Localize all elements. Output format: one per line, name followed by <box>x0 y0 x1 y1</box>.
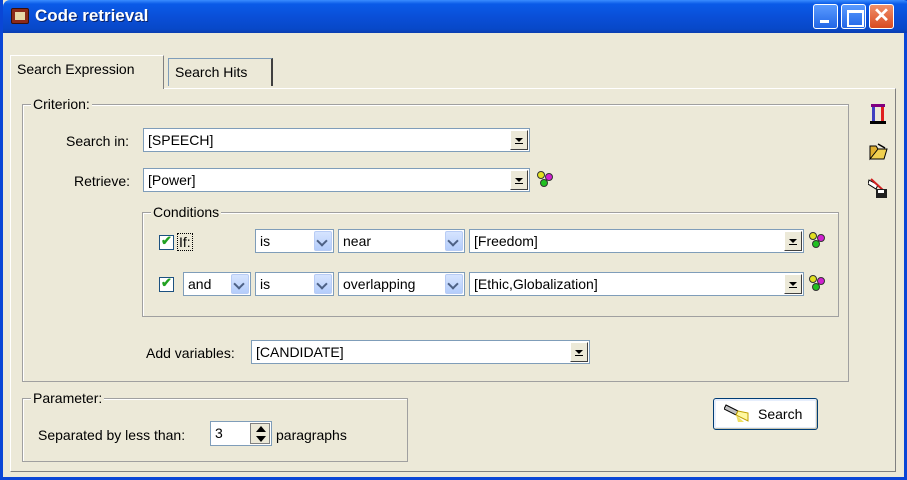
condition-2-operator: is <box>260 276 271 292</box>
chevron-down-icon[interactable] <box>570 342 588 362</box>
condition-2-relation: overlapping <box>343 276 416 292</box>
chevron-down-icon[interactable] <box>445 274 463 294</box>
window-title: Code retrieval <box>35 6 149 25</box>
add-variables-select[interactable]: [CANDIDATE] <box>251 340 590 364</box>
title-bar[interactable]: Code retrieval ✕ <box>3 0 907 33</box>
conditions-group-label: Conditions <box>151 204 222 220</box>
retrieve-value: [Power] <box>148 172 196 188</box>
condition-2-value: [Ethic,Globalization] <box>474 276 598 292</box>
add-variables-label: Add variables: <box>146 345 235 361</box>
condition-2-operator-select[interactable]: is <box>255 272 334 296</box>
conditions-group: Conditions <box>142 204 839 317</box>
condition-1-connector: If: <box>177 233 193 251</box>
open-folder-icon[interactable] <box>868 141 888 163</box>
criterion-group-label: Criterion: <box>31 96 92 112</box>
chevron-down-icon[interactable] <box>256 436 266 442</box>
condition-2-connector-select[interactable]: and <box>183 272 251 296</box>
retrieve-label: Retrieve: <box>74 173 131 189</box>
condition-2-relation-select[interactable]: overlapping <box>338 272 465 296</box>
app-book-icon <box>11 8 29 24</box>
code-palette-icon[interactable] <box>537 171 555 189</box>
chevron-down-icon[interactable] <box>784 231 802 251</box>
column-chart-icon[interactable] <box>868 103 888 125</box>
search-in-label: Search in: <box>66 133 130 149</box>
close-icon: ✕ <box>873 5 890 27</box>
condition-1-checkbox[interactable]: ✔ <box>159 233 174 250</box>
separated-value: 3 <box>215 425 223 441</box>
checkmark-icon: ✔ <box>161 275 172 290</box>
code-palette-icon[interactable] <box>809 275 827 293</box>
close-button[interactable]: ✕ <box>869 4 894 29</box>
chevron-down-icon[interactable] <box>314 231 332 251</box>
condition-1-operator-select[interactable]: is <box>255 229 334 253</box>
chevron-down-icon[interactable] <box>510 130 528 150</box>
clear-save-icon[interactable] <box>868 177 888 199</box>
chevron-down-icon[interactable] <box>510 170 528 190</box>
chevron-up-icon[interactable] <box>256 426 266 432</box>
condition-1-value: [Freedom] <box>474 233 538 249</box>
stepper-buttons[interactable] <box>250 423 270 444</box>
add-variables-value: [CANDIDATE] <box>256 344 344 360</box>
code-palette-icon[interactable] <box>809 232 827 250</box>
chevron-down-icon[interactable] <box>231 274 249 294</box>
separated-label: Separated by less than: <box>38 427 186 443</box>
checkmark-icon: ✔ <box>161 233 172 248</box>
condition-1-relation: near <box>343 233 372 249</box>
tab-search-hits[interactable]: Search Hits <box>168 58 273 86</box>
condition-1-value-select[interactable]: [Freedom] <box>469 229 804 253</box>
paragraphs-label: paragraphs <box>276 427 347 443</box>
chevron-down-icon[interactable] <box>445 231 463 251</box>
search-in-value: [SPEECH] <box>148 132 214 148</box>
condition-1-operator: is <box>260 233 271 249</box>
parameter-group-label: Parameter: <box>31 390 105 406</box>
tab-search-expression[interactable]: Search Expression <box>10 55 164 89</box>
maximize-button[interactable] <box>841 4 866 29</box>
condition-2-connector: and <box>188 276 212 292</box>
condition-2-checkbox[interactable]: ✔ <box>159 275 174 292</box>
search-button-label: Search <box>758 406 803 422</box>
chevron-down-icon[interactable] <box>314 274 332 294</box>
condition-2-value-select[interactable]: [Ethic,Globalization] <box>469 272 804 296</box>
retrieve-select[interactable]: [Power] <box>143 168 530 192</box>
search-in-select[interactable]: [SPEECH] <box>143 128 530 152</box>
condition-1-relation-select[interactable]: near <box>338 229 465 253</box>
search-button[interactable]: Search <box>713 398 818 430</box>
chevron-down-icon[interactable] <box>784 274 802 294</box>
flashlight-icon <box>724 404 749 422</box>
minimize-button[interactable] <box>813 4 838 29</box>
separated-stepper[interactable]: 3 <box>210 421 272 446</box>
